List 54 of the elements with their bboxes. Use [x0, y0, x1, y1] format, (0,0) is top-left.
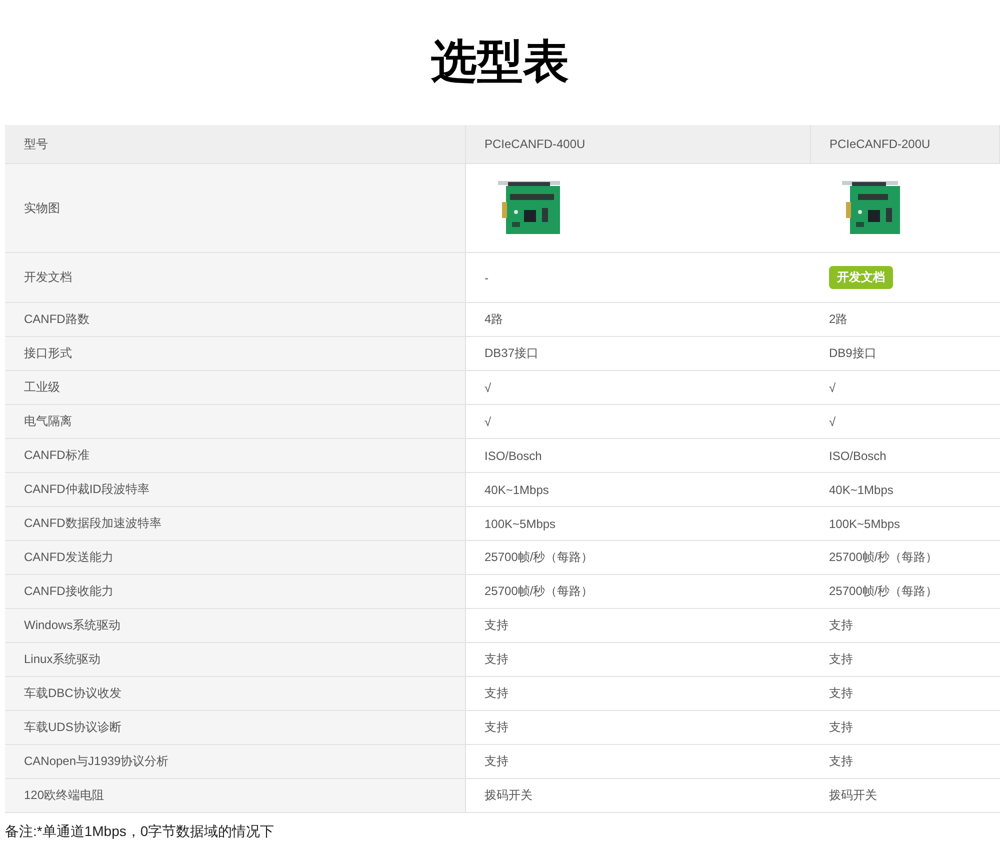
footnote: 备注:*单通道1Mbps，0字节数据域的情况下 — [5, 823, 276, 841]
cell-text: 25700帧/秒（每路） — [484, 550, 594, 564]
cell-text: 拨码开关 — [829, 788, 877, 802]
row-label: Linux系统驱动 — [24, 652, 101, 666]
cell-text: 支持 — [484, 686, 508, 700]
cell-text: 25700帧/秒（每路） — [484, 584, 594, 598]
header-cell: 型号 — [24, 136, 48, 150]
cell-text: 支持 — [829, 618, 853, 632]
doc-button[interactable]: 开发文档 — [829, 266, 893, 289]
cell-text: √ — [484, 414, 492, 428]
cell-text: 25700帧/秒（每路） — [829, 550, 938, 564]
row-label: CANFD发送能力 — [24, 550, 114, 564]
row-label: CANFD标准 — [24, 448, 90, 462]
row-label: 接口形式 — [24, 346, 72, 360]
cell-text: √ — [829, 414, 836, 428]
row-label: Windows系统驱动 — [24, 618, 121, 632]
cell-text: 支持 — [829, 754, 853, 768]
row-label: CANFD仲裁ID段波特率 — [24, 482, 150, 496]
row-label: 实物图 — [24, 200, 60, 214]
page-title: 选型表 — [430, 33, 570, 90]
row-label: CANFD数据段加速波特率 — [24, 516, 162, 530]
cell-text: DB37接口 — [484, 346, 539, 360]
header-cell: PCIeCANFD-400U — [484, 137, 586, 151]
row-label: 车载UDS协议诊断 — [24, 720, 122, 734]
cell-text: 支持 — [829, 686, 853, 700]
cell-text: 支持 — [484, 754, 508, 768]
row-label: 电气隔离 — [24, 414, 72, 428]
cell-text: ISO/Bosch — [829, 448, 886, 462]
row-label: CANopen与J1939协议分析 — [24, 754, 169, 768]
cell-text: 支持 — [829, 652, 853, 666]
header-cell: PCIeCANFD-200U — [830, 137, 930, 151]
cell-text: √ — [829, 380, 836, 394]
row-label: CANFD接收能力 — [24, 584, 114, 598]
row-label: 工业级 — [24, 380, 60, 394]
cell-text: - — [484, 270, 488, 284]
cell-text: 拨码开关 — [484, 788, 532, 802]
cell-text: 支持 — [484, 720, 508, 734]
cell-text: 100K~5Mbps — [484, 516, 556, 530]
row-label: CANFD路数 — [24, 312, 90, 326]
cell-text: DB9接口 — [829, 346, 876, 360]
cell-text: 支持 — [484, 652, 508, 666]
cell-text: √ — [484, 380, 492, 394]
cell-text: 40K~1Mbps — [484, 482, 549, 496]
row-label: 120欧终端电阻 — [24, 788, 104, 802]
cell-text: ISO/Bosch — [484, 448, 542, 462]
row-label: 车载DBC协议收发 — [24, 686, 122, 700]
row-label: 开发文档 — [24, 270, 72, 284]
cell-text: 支持 — [484, 618, 508, 632]
cell-text: 40K~1Mbps — [829, 482, 894, 496]
cell-text: 100K~5Mbps — [829, 516, 900, 530]
cell-text: 4路 — [484, 312, 504, 326]
cell-text: 2路 — [829, 312, 848, 326]
cell-text: 25700帧/秒（每路） — [829, 584, 938, 598]
cell-text: 支持 — [829, 720, 853, 734]
